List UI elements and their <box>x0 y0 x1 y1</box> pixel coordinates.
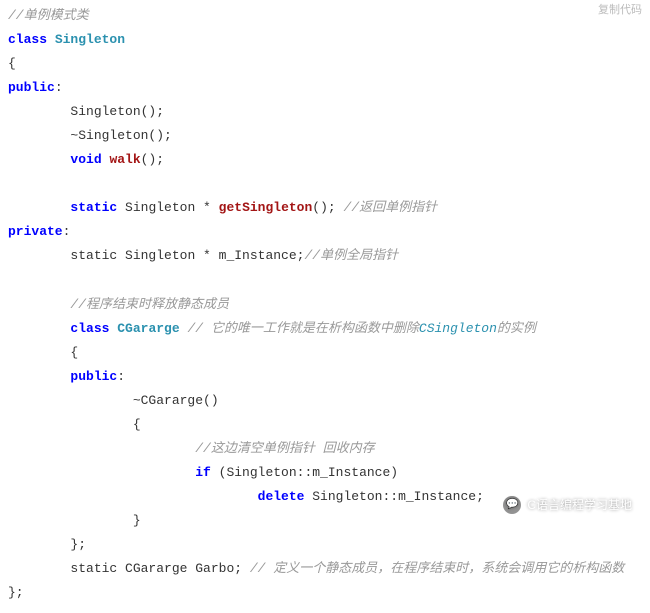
comment: // 它的唯一工作就是在析构函数中删除CSingleton的实例 <box>180 321 536 336</box>
walk-paren: (); <box>141 152 164 167</box>
comment: // 定义一个静态成员，在程序结束时，系统会调用它的析构函数 <box>250 561 624 576</box>
copy-code-label[interactable]: 复制代码 <box>598 0 642 20</box>
keyword-delete: delete <box>258 489 305 504</box>
dtor: ~Singleton(); <box>70 128 171 143</box>
fn-walk: walk <box>109 152 140 167</box>
keyword-private: private <box>8 224 63 239</box>
comment: //这边清空单例指针 回收内存 <box>195 441 374 456</box>
ctor: Singleton(); <box>70 104 164 119</box>
brace: }; <box>8 585 24 600</box>
fn-getSingleton: getSingleton <box>219 200 313 215</box>
watermark: 💬 C语言编程学习基地 <box>503 494 632 516</box>
watermark-text: C语言编程学习基地 <box>527 494 632 516</box>
if-cond: (Singleton::m_Instance) <box>211 465 398 480</box>
delete-expr: Singleton::m_Instance; <box>304 489 483 504</box>
class-name: CGararge <box>117 321 179 336</box>
keyword-static: static <box>70 200 117 215</box>
keyword-void: void <box>70 152 101 167</box>
m-instance-decl: static Singleton * m_Instance; <box>70 248 304 263</box>
g-dtor: ~CGararge() <box>133 393 219 408</box>
garbo-decl: static CGararge Garbo; <box>70 561 249 576</box>
comment: //单例全局指针 <box>304 248 398 263</box>
ret-type: Singleton * <box>125 200 219 215</box>
keyword-public: public <box>8 80 55 95</box>
keyword-class: class <box>70 321 109 336</box>
brace: { <box>8 56 16 71</box>
brace: }; <box>70 537 86 552</box>
brace: } <box>133 513 141 528</box>
comment: //程序结束时释放静态成员 <box>70 297 229 312</box>
getSingleton-suffix: (); <box>312 200 343 215</box>
keyword-if: if <box>195 465 211 480</box>
keyword-public: public <box>70 369 117 384</box>
brace: { <box>70 345 78 360</box>
comment: //单例模式类 <box>8 8 89 23</box>
code-block: //单例模式类 class Singleton { public: Single… <box>0 0 650 613</box>
comment: //返回单例指针 <box>344 200 438 215</box>
brace: { <box>133 417 141 432</box>
class-name: Singleton <box>55 32 125 47</box>
wechat-icon: 💬 <box>503 496 521 514</box>
keyword-class: class <box>8 32 47 47</box>
